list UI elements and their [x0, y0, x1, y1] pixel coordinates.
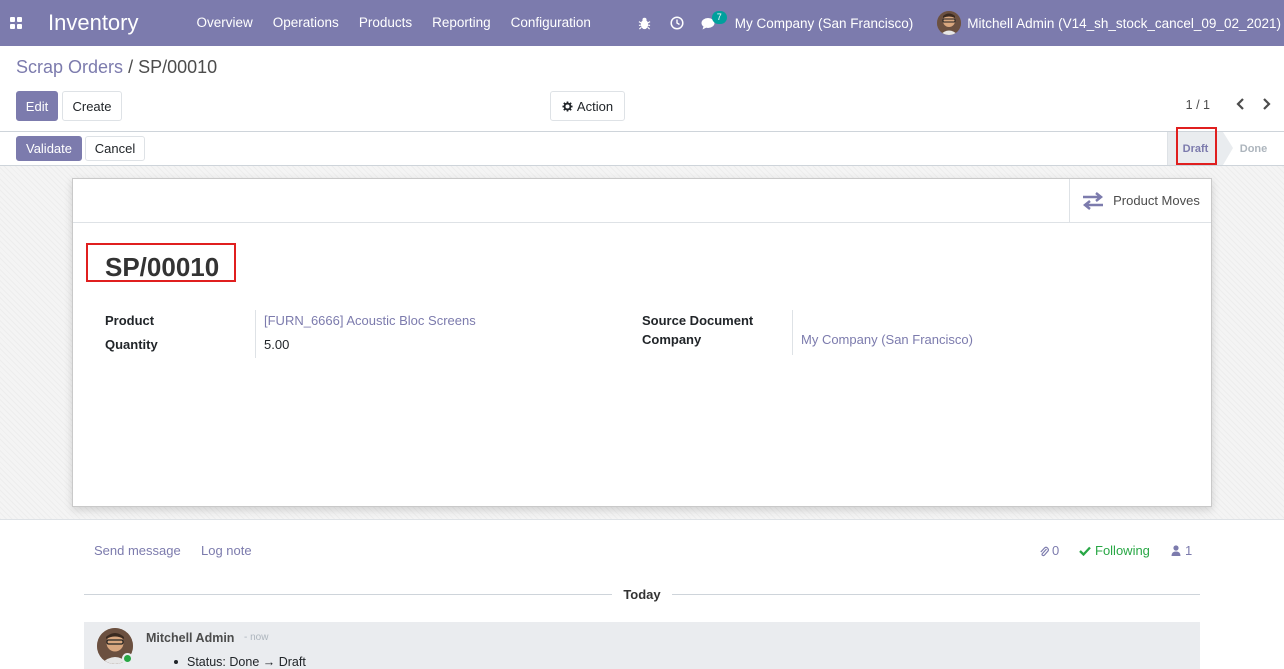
breadcrumb-current: SP/00010	[138, 57, 218, 77]
message-time: - now	[244, 632, 269, 643]
pager-next-icon[interactable]	[1262, 96, 1272, 116]
pager-previous-icon[interactable]	[1235, 96, 1245, 116]
date-separator-line-right	[672, 594, 1200, 595]
edit-button[interactable]: Edit	[16, 91, 58, 121]
form-sheet: Product Moves SP/00010 Product Quantity …	[72, 178, 1212, 507]
product-moves-button[interactable]: Product Moves	[1069, 179, 1211, 222]
send-message-button[interactable]: Send message	[94, 543, 181, 558]
menu-reporting[interactable]: Reporting	[422, 0, 501, 46]
bullet-icon	[174, 660, 178, 664]
status-change-text: Status: Done → Draft	[187, 655, 306, 669]
company-switcher[interactable]: My Company (San Francisco)	[735, 16, 914, 31]
followers-count: 1	[1185, 543, 1193, 558]
breadcrumb-separator: /	[128, 57, 134, 77]
attachment-count: 0	[1052, 543, 1060, 558]
breadcrumb: Scrap Orders / SP/00010	[16, 57, 217, 78]
company-label: Company	[642, 332, 702, 347]
user-avatar	[937, 11, 962, 35]
menu-configuration[interactable]: Configuration	[501, 0, 601, 46]
create-button[interactable]: Create	[62, 91, 122, 121]
smart-button-box: Product Moves	[73, 179, 1211, 223]
followers-button[interactable]: 1	[1171, 543, 1192, 558]
log-note-button[interactable]: Log note	[201, 543, 252, 558]
following-button[interactable]: Following	[1079, 543, 1150, 558]
transfer-arrows-icon	[1083, 191, 1104, 210]
navbar-systray: 7 My Company (San Francisco) Mitchell Ad…	[629, 0, 1284, 46]
product-label: Product	[105, 313, 155, 328]
chatter-message: Mitchell Admin - now Status: Done → Draf…	[84, 622, 1200, 669]
menu-overview[interactable]: Overview	[187, 0, 263, 46]
bug-icon[interactable]	[629, 0, 661, 46]
message-count-badge: 7	[711, 11, 727, 24]
cancel-button[interactable]: Cancel	[85, 136, 145, 161]
following-label: Following	[1095, 543, 1150, 558]
action-button[interactable]: Action	[550, 91, 625, 121]
user-name: Mitchell Admin (V14_sh_stock_cancel_09_0…	[967, 15, 1281, 31]
stage-done[interactable]: Done	[1223, 132, 1284, 165]
online-status-dot	[122, 653, 133, 664]
main-menu: Overview Operations Products Reporting C…	[187, 0, 601, 46]
app-name[interactable]: Inventory	[48, 10, 139, 36]
paperclip-icon	[1040, 546, 1049, 556]
message-tracking-value: Status: Done → Draft	[174, 655, 306, 669]
apps-menu-icon[interactable]	[0, 0, 32, 46]
clock-icon[interactable]	[661, 0, 693, 46]
user-menu[interactable]: Mitchell Admin (V14_sh_stock_cancel_09_0…	[937, 11, 1281, 35]
action-label: Action	[576, 98, 614, 114]
quantity-label: Quantity	[105, 337, 158, 352]
source-document-label: Source Document	[642, 313, 754, 328]
check-icon	[1079, 546, 1091, 556]
draft-highlight-box	[1176, 127, 1217, 165]
pager-value[interactable]: 1 / 1	[1186, 98, 1210, 112]
title-highlight-box	[86, 243, 236, 282]
form-statusbar: Validate Cancel Draft Done	[0, 131, 1284, 166]
company-value[interactable]: My Company (San Francisco)	[801, 332, 973, 347]
top-navbar: Inventory Overview Operations Products R…	[0, 0, 1284, 46]
menu-products[interactable]: Products	[349, 0, 422, 46]
date-separator: Today	[623, 587, 661, 602]
attachments-button[interactable]: 0	[1039, 543, 1059, 558]
chat-icon[interactable]: 7	[693, 0, 727, 46]
message-author[interactable]: Mitchell Admin	[146, 631, 234, 645]
date-separator-line-left	[84, 594, 612, 595]
field-separator-left	[255, 310, 256, 358]
validate-button[interactable]: Validate	[16, 136, 82, 161]
menu-operations[interactable]: Operations	[263, 0, 349, 46]
field-separator-right	[792, 310, 793, 355]
breadcrumb-scrap-orders[interactable]: Scrap Orders	[16, 57, 123, 77]
user-icon	[1171, 545, 1181, 556]
gear-icon	[562, 100, 573, 112]
product-value[interactable]: [FURN_6666] Acoustic Bloc Screens	[264, 313, 476, 328]
quantity-value: 5.00	[264, 337, 290, 352]
product-moves-label: Product Moves	[1113, 193, 1200, 208]
